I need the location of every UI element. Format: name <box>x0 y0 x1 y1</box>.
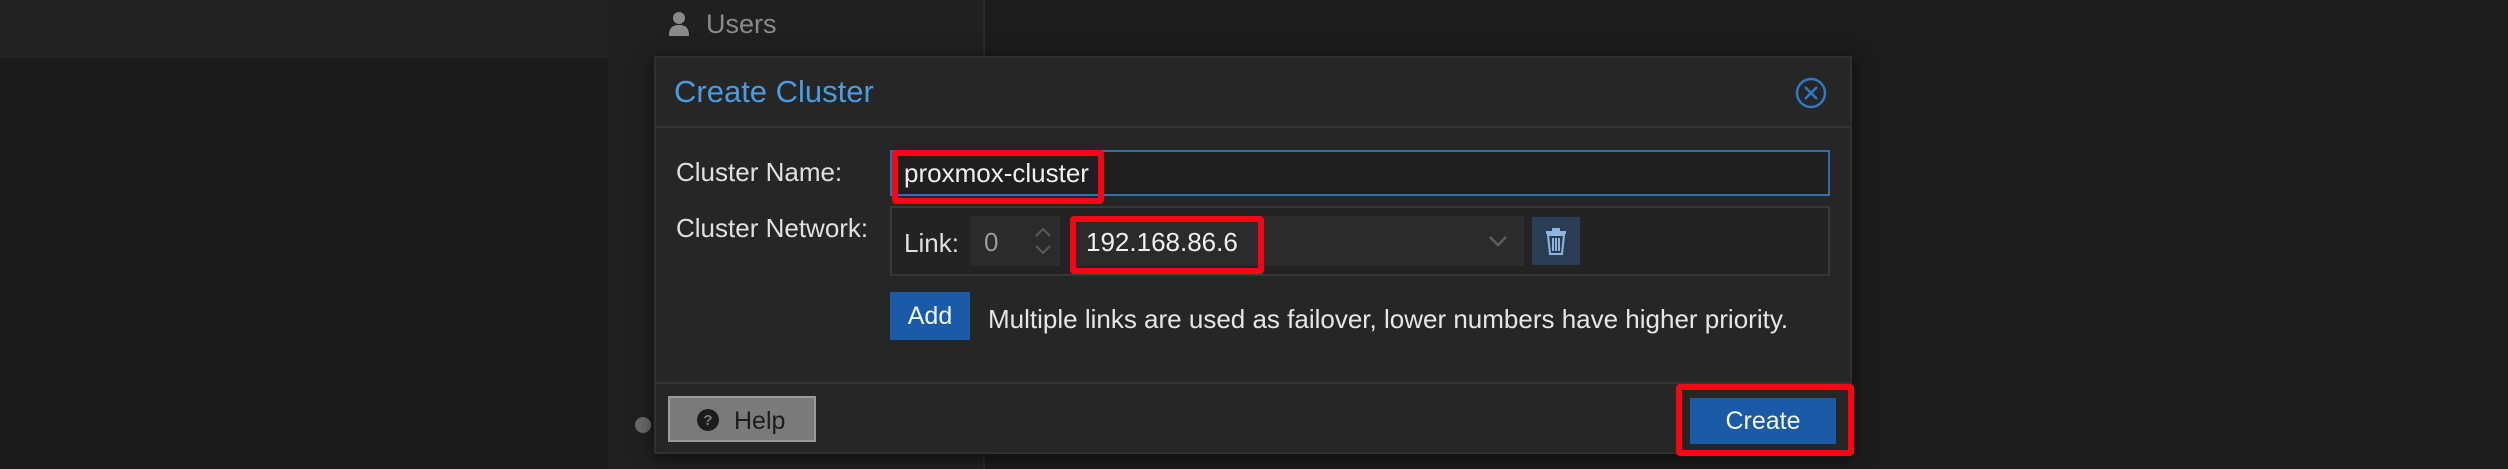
svg-text:?: ? <box>703 412 712 429</box>
close-icon[interactable] <box>1794 76 1828 110</box>
dialog-body: Cluster Name: Cluster Network: Link: 0 1… <box>656 128 1850 384</box>
question-circle-icon: ? <box>697 409 719 431</box>
add-link-button[interactable]: Add <box>890 292 970 340</box>
dialog-header: Create Cluster <box>656 58 1850 128</box>
partial-icon <box>635 417 651 433</box>
link-address-combo[interactable]: 192.168.86.6 <box>1072 216 1524 266</box>
create-cluster-dialog: Create Cluster Cluster Name: Cluster Net… <box>654 56 1852 454</box>
help-button[interactable]: ? Help <box>668 396 816 442</box>
left-top-strip <box>0 0 608 58</box>
nav-item-users[interactable]: Users <box>668 4 777 44</box>
dialog-title: Create Cluster <box>674 74 874 109</box>
left-background <box>0 58 608 469</box>
trash-icon <box>1546 228 1566 255</box>
chevron-down-icon[interactable] <box>1486 230 1510 252</box>
nav-item-label: Users <box>706 8 777 39</box>
help-label: Help <box>734 407 786 435</box>
add-link-hint: Multiple links are used as failover, low… <box>988 304 1789 334</box>
cluster-name-input[interactable] <box>890 150 1830 196</box>
link-label: Link: <box>904 228 959 258</box>
spinner-arrows-icon[interactable] <box>1032 222 1054 260</box>
cluster-network-box: Link: 0 192.168.86.6 <box>890 206 1830 276</box>
link-number-value: 0 <box>984 227 999 257</box>
link-address-value: 192.168.86.6 <box>1086 227 1238 257</box>
app-window: Users Create Cluster Cluster Name: Clust… <box>0 0 2508 469</box>
cluster-name-label: Cluster Name: <box>676 157 843 187</box>
user-icon <box>669 12 689 36</box>
delete-link-button[interactable] <box>1532 217 1580 265</box>
create-button[interactable]: Create <box>1690 398 1836 444</box>
cluster-network-label: Cluster Network: <box>676 213 869 243</box>
link-number-stepper[interactable]: 0 <box>970 216 1060 266</box>
